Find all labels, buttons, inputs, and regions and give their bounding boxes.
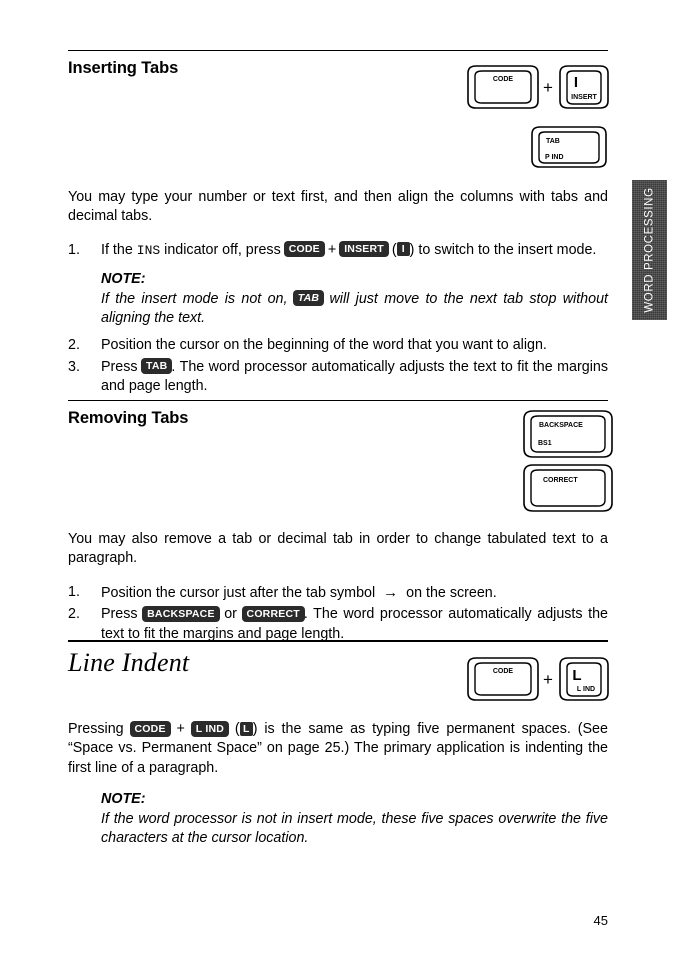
key-code-2: CODE — [467, 657, 539, 701]
plus-sign-2: + — [176, 721, 185, 737]
kbd-code-2: CODE — [130, 721, 170, 736]
key-backspace-sublabel: BS1 — [538, 440, 552, 447]
tab-symbol-arrow-icon: → — [383, 583, 399, 601]
key-tab: TAB P IND — [531, 126, 607, 168]
key-code-label-2: CODE — [493, 668, 514, 675]
key-tab-sublabel: P IND — [545, 154, 564, 161]
body-inserting-tabs: You may type your number or text first, … — [68, 188, 608, 397]
key-tab-svg: TAB P IND — [531, 126, 607, 168]
note-label: NOTE: — [101, 271, 146, 288]
step-text-b: on the screen. — [406, 584, 497, 601]
body-line-indent: Pressing CODE + L IND (L) is the same as… — [68, 720, 608, 848]
key-tab-label: TAB — [546, 138, 560, 145]
step-number: 1. — [68, 583, 80, 600]
key-backspace-svg: BACKSPACE BS1 — [523, 410, 613, 458]
kbd-tab: TAB — [142, 359, 172, 374]
step-number: 1. — [68, 241, 80, 258]
body-text-a: Pressing — [68, 721, 124, 737]
key-lind: L L IND — [559, 657, 609, 701]
step-item: 2. Press BACKSPACE or CORRECT. The word p… — [68, 605, 608, 644]
kbd-lind: L IND — [191, 721, 229, 736]
kbd-l: L — [239, 721, 253, 736]
step-number: 2. — [68, 337, 80, 354]
paren-open-2: ( — [234, 721, 240, 737]
step-number: 2. — [68, 606, 80, 623]
key-illustration-backspace: BACKSPACE BS1 — [520, 408, 616, 465]
kbd-correct: CORRECT — [242, 606, 304, 621]
steps-removing-tabs: 1. Position the cursor just after the tab… — [68, 583, 608, 644]
note-line-indent: NOTE: If the word processor is not in in… — [101, 790, 608, 848]
step-text-a: Position the cursor just after the tab s… — [101, 584, 376, 601]
step-item: 3. Press TAB. The word processor automati… — [68, 358, 608, 397]
key-backspace: BACKSPACE BS1 — [523, 410, 613, 458]
key-illustration-code-lind: CODE + L L IND — [464, 655, 614, 710]
step-text-b: indicator off, press — [164, 241, 281, 258]
key-insert-glyph: I — [574, 74, 578, 91]
step-text-c: to switch to the insert mode. — [418, 241, 597, 258]
note-inserting-tabs: NOTE: If the insert mode is not on, TAB … — [101, 270, 608, 328]
note-label: NOTE: — [101, 791, 146, 808]
plus-operator-2: + — [543, 670, 553, 689]
step-text-b: or — [224, 606, 237, 623]
section-side-tab: WORD PROCESSING — [632, 180, 667, 320]
step-text: Position the cursor on the beginning of … — [101, 337, 547, 354]
key-illustration-tab: TAB P IND — [528, 124, 614, 177]
key-illustration-code-insert: CODE + I INSERT — [464, 63, 614, 118]
plus-sign: + — [327, 241, 337, 258]
side-tab-label: WORD PROCESSING — [643, 187, 656, 313]
step-item: 2. Position the cursor on the beginning o… — [68, 336, 608, 355]
paragraph-inserting-intro: You may type your number or text first, … — [68, 189, 608, 225]
note-text-a: If the insert mode is not on, — [101, 290, 288, 307]
key-correct-svg: CORRECT — [523, 464, 613, 512]
key-insert-label: INSERT — [571, 94, 597, 101]
plus-operator-1: + — [543, 78, 553, 97]
key-code-label: CODE — [493, 76, 514, 83]
key-lind-label: L IND — [577, 686, 595, 693]
key-combo-svg-2: CODE + L L IND — [467, 657, 609, 701]
key-lind-glyph: L — [572, 667, 581, 684]
note-body: If the word processor is not in insert m… — [101, 810, 608, 847]
kbd-code: CODE — [284, 242, 324, 257]
ins-indicator-text: INS — [136, 242, 161, 258]
step-number: 3. — [68, 358, 80, 375]
steps-inserting-tabs-cont: 2. Position the cursor on the beginning o… — [68, 336, 608, 396]
key-correct: CORRECT — [523, 464, 613, 512]
paren-close-2: ) — [252, 721, 258, 737]
paragraph-removing-intro: You may also remove a tab or decimal tab… — [68, 531, 608, 567]
key-combo-svg: CODE + I INSERT — [467, 65, 609, 109]
steps-inserting-tabs: 1. If the INS indicator off, press CODE +… — [68, 241, 608, 260]
key-correct-label: CORRECT — [543, 477, 578, 484]
step-item: 1. Position the cursor just after the tab… — [68, 583, 608, 603]
key-backspace-label: BACKSPACE — [539, 422, 583, 429]
document-page: WORD PROCESSING Inserting Tabs CODE + I … — [0, 0, 674, 954]
body-removing-tabs: You may also remove a tab or decimal tab… — [68, 530, 608, 644]
paragraph-line-indent: Pressing CODE + L IND (L) is the same as… — [68, 720, 608, 778]
paren-close: ) — [409, 241, 415, 258]
paren-open: ( — [391, 241, 397, 258]
kbd-insert: INSERT — [340, 242, 388, 257]
kbd-i: I — [396, 242, 410, 257]
key-insert: I INSERT — [559, 65, 609, 109]
key-code: CODE — [467, 65, 539, 109]
key-illustration-correct: CORRECT — [520, 462, 616, 519]
kbd-backspace: BACKSPACE — [143, 606, 219, 621]
step-item: 1. If the INS indicator off, press CODE +… — [68, 241, 608, 260]
kbd-tab-note: TAB — [293, 291, 324, 306]
step-text-a: Press — [101, 606, 138, 623]
step-text-b: . The word processor automatically adjus… — [101, 358, 608, 395]
page-number: 45 — [593, 913, 608, 928]
note-body: If the insert mode is not on, TAB will j… — [101, 290, 608, 329]
step-text-a: If the — [101, 241, 133, 258]
step-text-a: Press — [101, 358, 138, 375]
